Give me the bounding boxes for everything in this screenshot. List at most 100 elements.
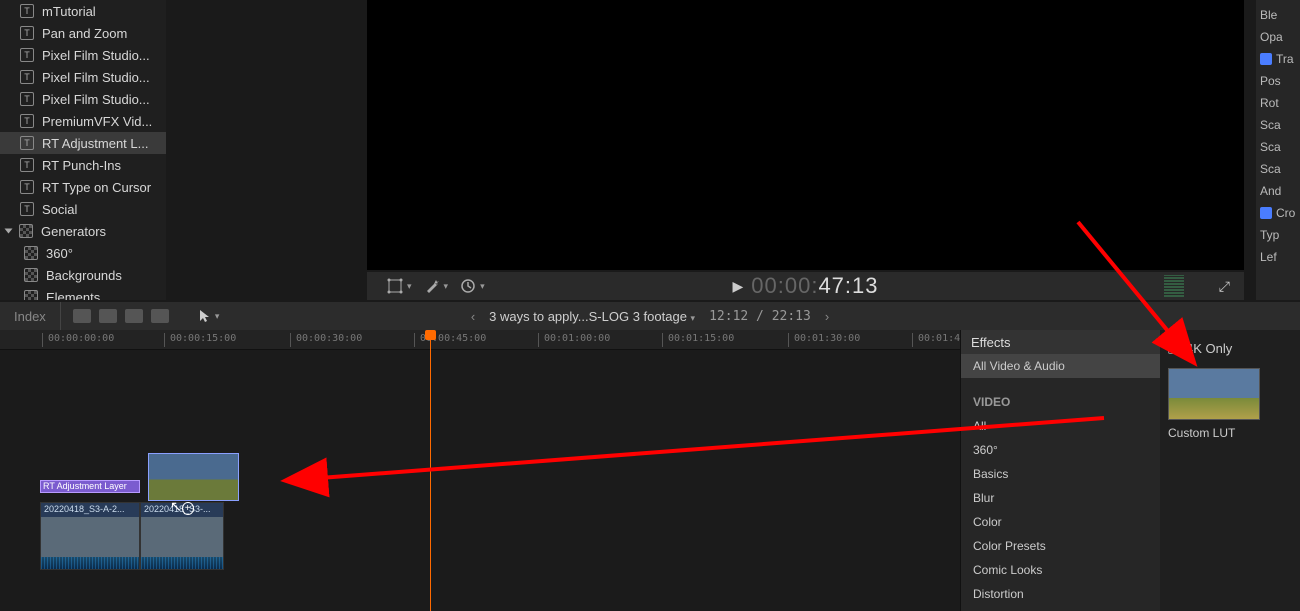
index-label: Index <box>14 309 46 324</box>
playback-controls: ▶ 00:00:47:13 <box>732 273 878 299</box>
browser-item-label: Pixel Film Studio... <box>42 70 150 85</box>
browser-item[interactable]: TmTutorial <box>0 0 166 22</box>
inspector-label: Pos <box>1260 74 1281 88</box>
checkbox-icon[interactable] <box>1260 207 1272 219</box>
inspector-row[interactable]: Sca <box>1256 114 1300 136</box>
enhance-tool[interactable]: ▾ <box>424 278 449 294</box>
effects-header: Effects <box>961 330 1160 354</box>
timeline-body[interactable] <box>0 350 960 611</box>
ruler-tick: 00:00:00:00 <box>48 333 114 344</box>
effects-category[interactable]: Comic Looks <box>961 558 1160 582</box>
title-icon: T <box>20 180 34 194</box>
effects-category[interactable]: 360° <box>961 438 1160 462</box>
browser-item[interactable]: TRT Type on Cursor <box>0 176 166 198</box>
viewer-toolbar: ▾ ▾ ▾ ▶ 00:00:47:13 ⤢ <box>367 272 1244 300</box>
inspector-row[interactable]: Sca <box>1256 158 1300 180</box>
effect-thumbnail[interactable] <box>1168 368 1260 420</box>
browser-category-generators[interactable]: Generators <box>0 220 166 242</box>
layout-tool[interactable] <box>99 309 117 323</box>
clip-audio-waveform <box>41 557 139 569</box>
browser-item-label: Backgrounds <box>46 268 122 283</box>
inspector-row[interactable]: Tra <box>1256 48 1300 70</box>
timeline-clip[interactable]: 20220418_S3-A-2... <box>40 502 140 570</box>
inspector-label: And <box>1260 184 1281 198</box>
inspector-row[interactable]: Cro <box>1256 202 1300 224</box>
adjustment-layer-clip[interactable]: RT Adjustment Layer <box>40 480 140 493</box>
inspector-row[interactable]: Opa <box>1256 26 1300 48</box>
browser-item-label: Pan and Zoom <box>42 26 127 41</box>
inspector-row[interactable]: Sca <box>1256 136 1300 158</box>
browser-item[interactable]: TPan and Zoom <box>0 22 166 44</box>
layout-tool[interactable] <box>151 309 169 323</box>
transform-tool[interactable]: ▾ <box>387 278 412 294</box>
effects-category[interactable]: Color Presets <box>961 534 1160 558</box>
effects-category[interactable]: Color <box>961 510 1160 534</box>
browser-item[interactable]: TPixel Film Studio... <box>0 88 166 110</box>
timeline-ruler[interactable]: 00:00:00:0000:00:15:0000:00:30:0000:00:4… <box>0 330 960 350</box>
4k-only-filter[interactable]: 4K Only <box>1168 338 1292 358</box>
titles-browser: TmTutorial TPan and Zoom TPixel Film Stu… <box>0 0 166 300</box>
effect-name: Custom LUT <box>1168 426 1292 440</box>
ruler-tick: 00:00:15:00 <box>170 333 236 344</box>
timeline-prev[interactable]: ‹ <box>471 309 475 324</box>
clip-label: 20220418_S3-A-2... <box>41 503 139 517</box>
effects-category[interactable]: Distortion <box>961 582 1160 606</box>
browser-item[interactable]: TPixel Film Studio... <box>0 66 166 88</box>
title-icon: T <box>20 48 34 62</box>
clip-thumbnail <box>141 517 223 557</box>
effects-category[interactable]: All <box>961 414 1160 438</box>
browser-item[interactable]: Elements <box>0 286 166 300</box>
browser-item-label: Elements <box>46 290 100 301</box>
title-icon: T <box>20 4 34 18</box>
browser-item[interactable]: 360° <box>0 242 166 264</box>
browser-item[interactable]: T RT Punch-Ins <box>0 154 166 176</box>
checkbox-icon[interactable] <box>1260 53 1272 65</box>
timecode-main: 47:13 <box>818 273 878 298</box>
index-button[interactable]: Index <box>0 302 61 330</box>
generators-icon <box>24 290 38 300</box>
clip-thumbnail <box>41 517 139 557</box>
effects-section-header: VIDEO <box>961 390 1160 414</box>
play-button[interactable]: ▶ <box>732 278 743 295</box>
ruler-tick: 00:01:15:00 <box>668 333 734 344</box>
inspector-row[interactable]: And <box>1256 180 1300 202</box>
browser-item[interactable]: TPremiumVFX Vid... <box>0 110 166 132</box>
browser-item-label: Generators <box>41 224 106 239</box>
browser-item[interactable]: Backgrounds <box>0 264 166 286</box>
inspector-panel: Ble Opa Tra Pos Rot Sca Sca Sca And Cro … <box>1256 0 1300 300</box>
ruler-tick: 00:01:00:00 <box>544 333 610 344</box>
fullscreen-icon[interactable]: ⤢ <box>1219 278 1230 295</box>
effects-category[interactable]: Basics <box>961 462 1160 486</box>
inspector-row[interactable]: Pos <box>1256 70 1300 92</box>
inspector-label: Ble <box>1260 8 1277 22</box>
viewer[interactable] <box>367 0 1244 270</box>
audio-meters[interactable] <box>1164 275 1184 297</box>
browser-item[interactable]: TSocial <box>0 198 166 220</box>
inspector-row[interactable]: Rot <box>1256 92 1300 114</box>
ruler-tick: 00:00:30:00 <box>296 333 362 344</box>
inspector-label: Typ <box>1260 228 1279 242</box>
chevron-down-icon: ▾ <box>215 311 220 322</box>
layout-tool[interactable] <box>73 309 91 323</box>
playhead[interactable] <box>430 330 431 611</box>
browser-item-label: RT Punch-Ins <box>42 158 121 173</box>
chevron-down-icon: ▾ <box>407 281 412 292</box>
project-title[interactable]: 3 ways to apply...S-LOG 3 footage ▾ <box>489 309 695 324</box>
clip-audio-waveform <box>141 557 223 569</box>
retime-tool[interactable]: ▾ <box>460 278 485 294</box>
inspector-label: Rot <box>1260 96 1279 110</box>
select-tool[interactable]: ▾ <box>169 309 220 323</box>
timecode-display[interactable]: 00:00:47:13 <box>751 273 878 299</box>
generators-icon <box>24 246 38 260</box>
effects-category-all[interactable]: All Video & Audio <box>961 354 1160 378</box>
effects-category[interactable]: Blur <box>961 486 1160 510</box>
title-icon: T <box>20 158 34 172</box>
checkbox-icon[interactable] <box>1168 342 1180 354</box>
browser-item-selected[interactable]: TRT Adjustment L... <box>0 132 166 154</box>
inspector-row[interactable]: Typ <box>1256 224 1300 246</box>
timeline-next[interactable]: › <box>825 309 829 324</box>
inspector-row[interactable]: Lef <box>1256 246 1300 268</box>
layout-tool[interactable] <box>125 309 143 323</box>
inspector-row[interactable]: Ble <box>1256 4 1300 26</box>
browser-item[interactable]: TPixel Film Studio... <box>0 44 166 66</box>
